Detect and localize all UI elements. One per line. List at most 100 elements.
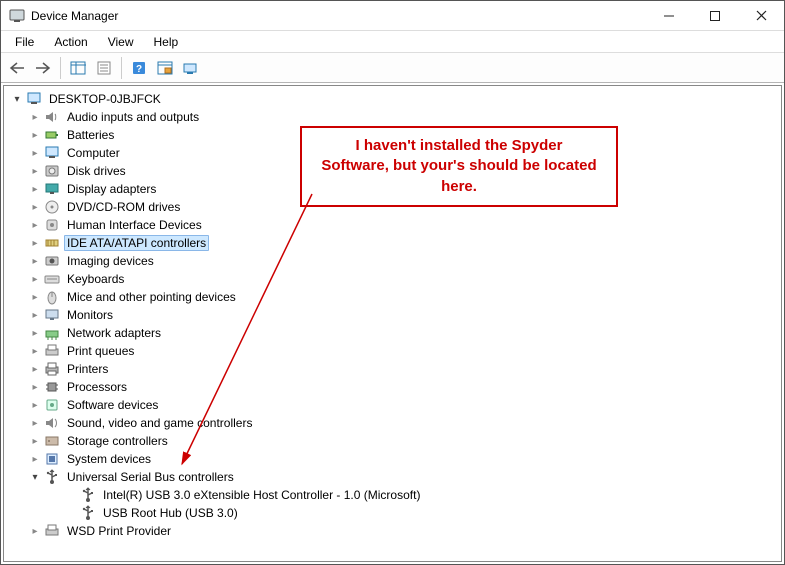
tree-item-label[interactable]: Print queues: [64, 343, 137, 359]
expand-toggle[interactable]: [28, 164, 42, 178]
tree-item[interactable]: Imaging devices: [6, 252, 779, 270]
tree-item-label[interactable]: Software devices: [64, 397, 161, 413]
tree-item[interactable]: USB Root Hub (USB 3.0): [6, 504, 779, 522]
tree-item-label[interactable]: Keyboards: [64, 271, 127, 287]
menu-file[interactable]: File: [7, 33, 42, 51]
tree-item-label[interactable]: DVD/CD-ROM drives: [64, 199, 183, 215]
menu-view[interactable]: View: [100, 33, 142, 51]
usb-icon: [44, 469, 60, 485]
ide-icon: [44, 235, 60, 251]
mouse-icon: [44, 289, 60, 305]
maximize-button[interactable]: [692, 1, 738, 30]
tree-item-label[interactable]: Audio inputs and outputs: [64, 109, 202, 125]
tree-item[interactable]: Keyboards: [6, 270, 779, 288]
tree-item-label[interactable]: USB Root Hub (USB 3.0): [100, 505, 241, 521]
expand-toggle[interactable]: [28, 308, 42, 322]
tree-item[interactable]: Printers: [6, 360, 779, 378]
network-icon: [44, 325, 60, 341]
expand-toggle[interactable]: [28, 452, 42, 466]
tree-item-label[interactable]: Batteries: [64, 127, 117, 143]
disk-icon: [44, 163, 60, 179]
toolbar: ?: [1, 53, 784, 83]
expand-toggle[interactable]: [28, 110, 42, 124]
expand-toggle[interactable]: [28, 236, 42, 250]
expand-toggle[interactable]: [28, 362, 42, 376]
expand-toggle[interactable]: [28, 344, 42, 358]
tree-item[interactable]: Network adapters: [6, 324, 779, 342]
toolbar-separator: [60, 57, 61, 79]
annotation-callout: I haven't installed the Spyder Software,…: [300, 126, 618, 207]
tree-item[interactable]: WSD Print Provider: [6, 522, 779, 540]
tree-item-label[interactable]: Universal Serial Bus controllers: [64, 469, 237, 485]
menu-help[interactable]: Help: [146, 33, 187, 51]
tree-item[interactable]: Universal Serial Bus controllers: [6, 468, 779, 486]
scan-hardware-button[interactable]: [153, 56, 177, 80]
tree-item-label[interactable]: Display adapters: [64, 181, 159, 197]
app-icon: [9, 8, 25, 24]
devices-button[interactable]: [179, 56, 203, 80]
menu-action[interactable]: Action: [46, 33, 95, 51]
device-tree[interactable]: DESKTOP-0JBJFCK Audio inputs and outputs…: [3, 85, 782, 562]
tree-item-label[interactable]: Printers: [64, 361, 111, 377]
device-manager-window: Device Manager File Action View Help: [0, 0, 785, 565]
tree-item-label[interactable]: Computer: [64, 145, 123, 161]
expand-toggle[interactable]: [28, 416, 42, 430]
menubar: File Action View Help: [1, 31, 784, 53]
expand-toggle[interactable]: [28, 398, 42, 412]
tree-item-label[interactable]: Imaging devices: [64, 253, 157, 269]
tree-item[interactable]: Intel(R) USB 3.0 eXtensible Host Control…: [6, 486, 779, 504]
computer-icon: [44, 145, 60, 161]
tree-item-label[interactable]: System devices: [64, 451, 154, 467]
tree-item-label[interactable]: Sound, video and game controllers: [64, 415, 255, 431]
expand-toggle[interactable]: [28, 380, 42, 394]
tree-item[interactable]: Sound, video and game controllers: [6, 414, 779, 432]
tree-item-label[interactable]: Human Interface Devices: [64, 217, 205, 233]
expand-toggle[interactable]: [28, 200, 42, 214]
close-button[interactable]: [738, 1, 784, 30]
tree-item-label[interactable]: Mice and other pointing devices: [64, 289, 239, 305]
tree-item-label[interactable]: IDE ATA/ATAPI controllers: [64, 235, 209, 251]
toolbar-separator: [121, 57, 122, 79]
tree-item-label[interactable]: Network adapters: [64, 325, 164, 341]
tree-item[interactable]: Audio inputs and outputs: [6, 108, 779, 126]
show-hide-tree-button[interactable]: [66, 56, 90, 80]
tree-item-label[interactable]: Storage controllers: [64, 433, 171, 449]
minimize-button[interactable]: [646, 1, 692, 30]
tree-item-label[interactable]: Monitors: [64, 307, 116, 323]
tree-item-label[interactable]: Intel(R) USB 3.0 eXtensible Host Control…: [100, 487, 423, 503]
tree-item[interactable]: Monitors: [6, 306, 779, 324]
tree-item[interactable]: Human Interface Devices: [6, 216, 779, 234]
properties-button[interactable]: [92, 56, 116, 80]
expand-toggle[interactable]: [28, 254, 42, 268]
annotation-line1: I haven't installed the Spyder: [356, 137, 563, 154]
forward-button[interactable]: [31, 56, 55, 80]
tree-item-label[interactable]: Processors: [64, 379, 130, 395]
expand-toggle[interactable]: [28, 182, 42, 196]
tree-item[interactable]: Processors: [6, 378, 779, 396]
tree-item[interactable]: Mice and other pointing devices: [6, 288, 779, 306]
tree-item[interactable]: Print queues: [6, 342, 779, 360]
expand-toggle[interactable]: [28, 272, 42, 286]
tree-item[interactable]: System devices: [6, 450, 779, 468]
expand-toggle[interactable]: [28, 470, 42, 484]
tree-root-label[interactable]: DESKTOP-0JBJFCK: [46, 91, 164, 107]
expand-toggle[interactable]: [28, 218, 42, 232]
cpu-icon: [44, 379, 60, 395]
expand-toggle[interactable]: [28, 128, 42, 142]
help-button[interactable]: ?: [127, 56, 151, 80]
expand-toggle[interactable]: [28, 434, 42, 448]
tree-root[interactable]: DESKTOP-0JBJFCK: [6, 90, 779, 108]
expand-toggle[interactable]: [28, 524, 42, 538]
tree-item-label[interactable]: Disk drives: [64, 163, 129, 179]
tree-item-label[interactable]: WSD Print Provider: [64, 523, 174, 539]
expand-toggle[interactable]: [28, 326, 42, 340]
expand-toggle[interactable]: [28, 290, 42, 304]
back-button[interactable]: [5, 56, 29, 80]
tree-item[interactable]: IDE ATA/ATAPI controllers: [6, 234, 779, 252]
tree-item[interactable]: Software devices: [6, 396, 779, 414]
tree-item[interactable]: Storage controllers: [6, 432, 779, 450]
expand-toggle[interactable]: [28, 146, 42, 160]
storage-icon: [44, 433, 60, 449]
computer-icon: [26, 91, 42, 107]
expand-toggle[interactable]: [10, 92, 24, 106]
